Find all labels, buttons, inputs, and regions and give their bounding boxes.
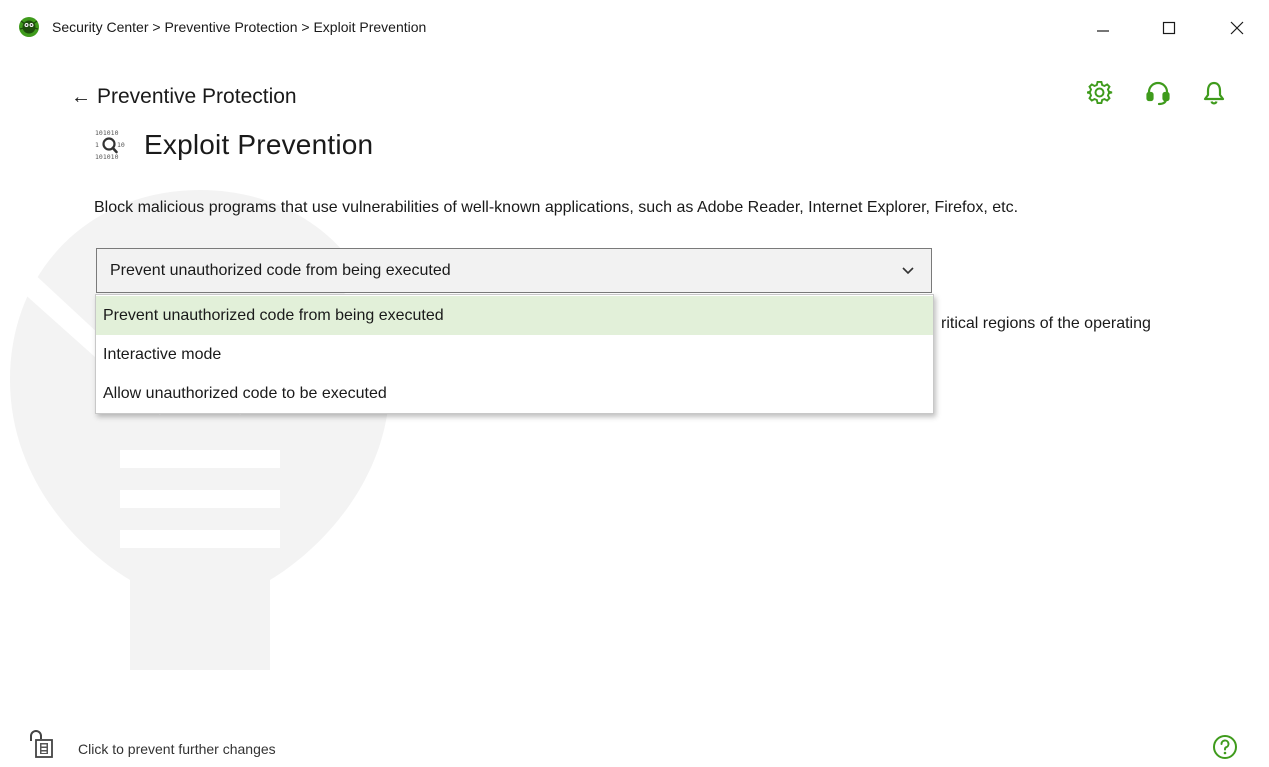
page-title: Exploit Prevention: [144, 129, 374, 160]
minimize-button[interactable]: [1080, 10, 1126, 46]
support-headset-icon: [1146, 81, 1170, 106]
exploit-prevention-icon: 101010 1 10 101010: [95, 129, 125, 161]
svg-text:10: 10: [117, 141, 125, 149]
spider-watermark-icon: [10, 190, 390, 670]
app-window: Security Center > Preventive Protection …: [0, 0, 1269, 767]
svg-text:101010: 101010: [95, 153, 119, 161]
option-prevent-unauthorized-code[interactable]: Prevent unauthorized code from being exe…: [96, 296, 933, 335]
maximize-button[interactable]: [1146, 10, 1192, 46]
help-button[interactable]: [1212, 734, 1238, 760]
settings-button[interactable]: [1085, 78, 1115, 108]
dr-web-logo-icon: [19, 17, 39, 37]
close-icon: [1230, 21, 1244, 35]
lock-settings-toggle[interactable]: Click to prevent further changes: [28, 728, 276, 758]
title-bar: Security Center > Preventive Protection …: [0, 0, 1269, 58]
option-allow-unauthorized-code[interactable]: Allow unauthorized code to be executed: [96, 374, 933, 413]
support-button[interactable]: [1143, 78, 1173, 108]
protection-mode-select[interactable]: Prevent unauthorized code from being exe…: [96, 248, 932, 293]
unlocked-padlock-icon: [30, 730, 53, 758]
chevron-down-icon: [902, 267, 914, 275]
protection-mode-dropdown: Prevent unauthorized code from being exe…: [95, 294, 934, 414]
minimize-icon: [1097, 30, 1109, 32]
notifications-bell-icon: [1203, 81, 1225, 105]
help-question-icon: [1213, 735, 1237, 759]
option-interactive-mode[interactable]: Interactive mode: [96, 335, 933, 374]
close-button[interactable]: [1214, 10, 1260, 46]
page-heading: 101010 1 10 101010 Exploit Prevention: [94, 128, 373, 162]
svg-text:1: 1: [95, 141, 99, 149]
partially-hidden-description: ritical regions of the operating: [941, 315, 1151, 332]
back-link-label: Preventive Protection: [97, 85, 297, 108]
back-arrow-icon: ←: [71, 86, 91, 108]
maximize-icon: [1162, 21, 1176, 35]
page-description: Block malicious programs that use vulner…: [94, 199, 1019, 216]
window-title: Security Center > Preventive Protection …: [52, 19, 427, 35]
settings-gear-icon: [1087, 80, 1113, 105]
svg-text:101010: 101010: [95, 129, 119, 137]
select-current-value: Prevent unauthorized code from being exe…: [110, 261, 451, 279]
back-link[interactable]: ← Preventive Protection: [71, 85, 297, 109]
notifications-button[interactable]: [1199, 78, 1229, 108]
lock-label: Click to prevent further changes: [78, 741, 276, 757]
